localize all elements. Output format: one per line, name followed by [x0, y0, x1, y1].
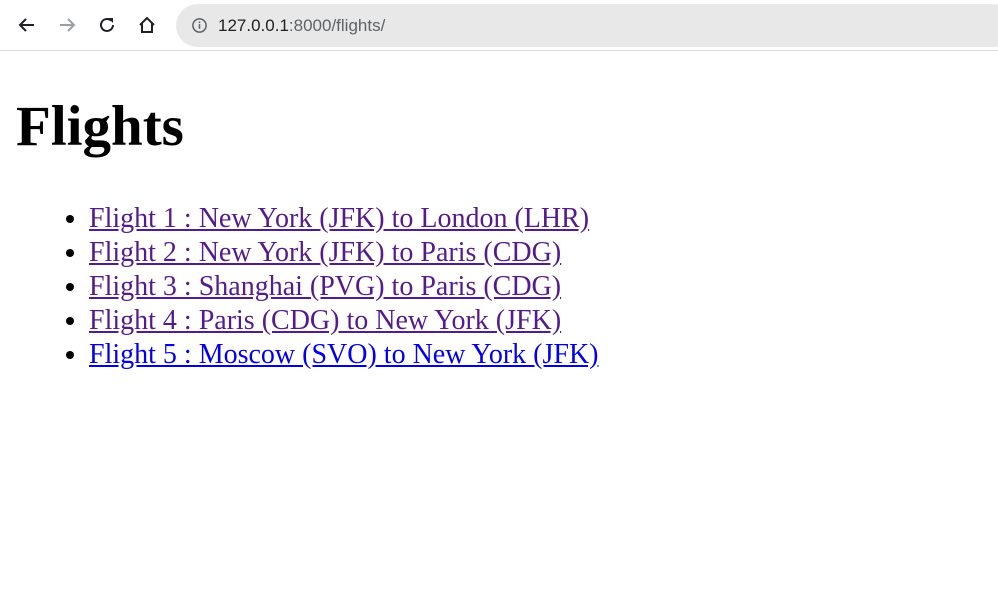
page-title: Flights: [16, 95, 184, 158]
list-item: Flight 5 : Moscow (SVO) to New York (JFK…: [89, 338, 598, 372]
list-item: Flight 1 : New York (JFK) to London (LHR…: [89, 202, 598, 236]
address-bar[interactable]: 127.0.0.1:8000/flights/: [176, 4, 998, 47]
home-icon: [139, 16, 155, 33]
back-arrow-icon: [18, 18, 34, 32]
list-item: Flight 4 : Paris (CDG) to New York (JFK): [89, 304, 598, 338]
url-host: 127.0.0.1: [218, 15, 289, 35]
flight-link-2[interactable]: Flight 2 : New York (JFK) to Paris (CDG): [89, 237, 561, 268]
forward-button[interactable]: [50, 8, 84, 42]
url-text[interactable]: 127.0.0.1:8000/flights/: [218, 16, 385, 36]
browser-toolbar: 127.0.0.1:8000/flights/: [0, 0, 998, 51]
flight-link-4[interactable]: Flight 4 : Paris (CDG) to New York (JFK): [89, 305, 561, 336]
forward-arrow-icon: [60, 18, 76, 32]
flight-list: Flight 1 : New York (JFK) to London (LHR…: [0, 202, 598, 372]
reload-icon: [100, 17, 114, 32]
info-icon[interactable]: [190, 17, 208, 35]
list-item: Flight 2 : New York (JFK) to Paris (CDG): [89, 236, 598, 270]
flight-link-1[interactable]: Flight 1 : New York (JFK) to London (LHR…: [89, 203, 589, 234]
list-item: Flight 3 : Shanghai (PVG) to Paris (CDG): [89, 270, 598, 304]
back-button[interactable]: [10, 8, 44, 42]
flight-link-3[interactable]: Flight 3 : Shanghai (PVG) to Paris (CDG): [89, 271, 561, 302]
url-path: :8000/flights/: [288, 15, 386, 35]
reload-button[interactable]: [90, 8, 124, 42]
flight-link-5[interactable]: Flight 5 : Moscow (SVO) to New York (JFK…: [89, 339, 598, 370]
home-button[interactable]: [130, 8, 164, 42]
